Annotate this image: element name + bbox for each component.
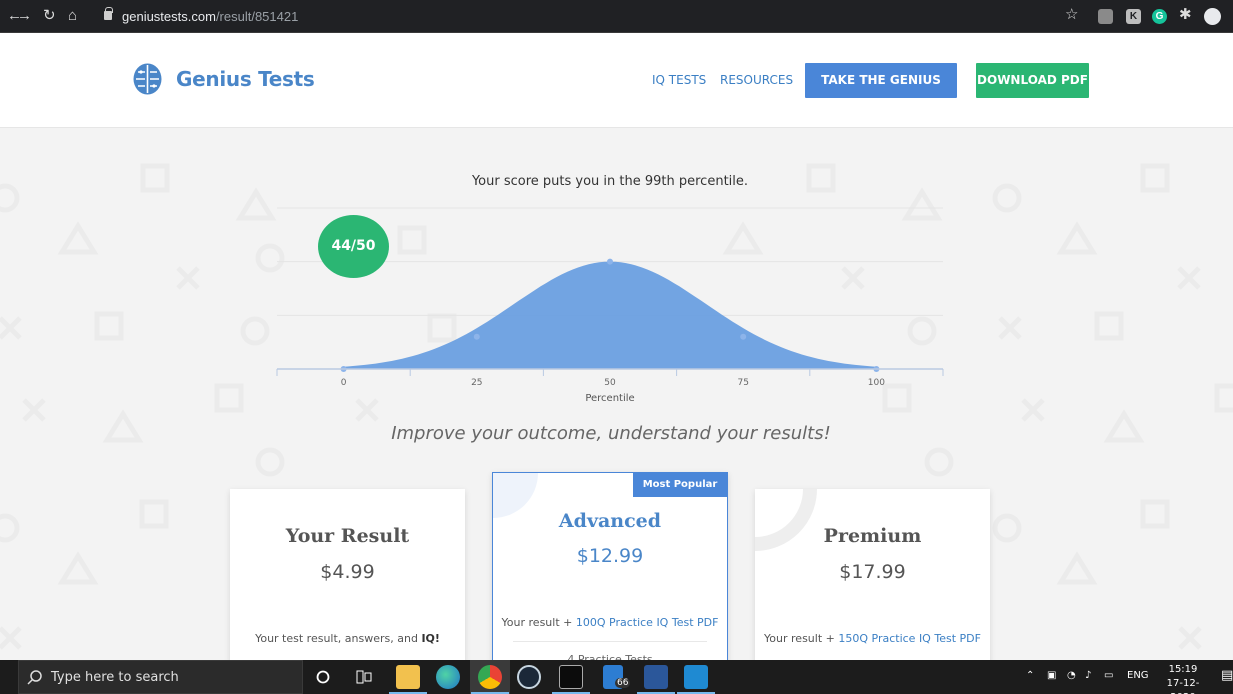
data-point: [740, 333, 747, 340]
plan-card-premium[interactable]: Premium $17.99 Your result + 150Q Practi…: [755, 489, 990, 664]
file-explorer-icon[interactable]: [396, 665, 420, 689]
lock-icon: [104, 7, 113, 20]
volume-icon[interactable]: ♪: [1085, 670, 1091, 681]
data-point: [473, 333, 480, 340]
plan-price: $12.99: [576, 545, 644, 567]
browser-toolbar: ← → ↻ ⌂ geniustests.com/result/851421 ☆ …: [0, 0, 1233, 33]
score-badge: 44/50: [318, 215, 389, 278]
plan-title: Premium: [823, 525, 922, 547]
plan-desc-text: Your result +: [764, 632, 839, 645]
terminal-icon[interactable]: [559, 665, 583, 689]
bookmark-star-icon[interactable]: ☆: [1065, 7, 1078, 23]
brand-name[interactable]: Genius Tests: [176, 67, 315, 91]
address-bar[interactable]: geniustests.com/result/851421: [122, 9, 298, 24]
plan-card-your-result[interactable]: Your Result $4.99 Your test result, answ…: [230, 489, 465, 664]
chrome-browser-icon[interactable]: [478, 665, 502, 689]
plan-title: Your Result: [285, 525, 410, 547]
most-popular-badge: Most Popular: [633, 473, 727, 497]
plan-desc-link[interactable]: 150Q Practice IQ Test PDF: [838, 632, 981, 645]
nav-resources[interactable]: RESOURCES: [720, 73, 793, 87]
plan-desc-bold: IQ!: [421, 632, 440, 645]
forward-icon[interactable]: →: [17, 8, 32, 24]
plan-description: Your result + 100Q Practice IQ Test PDF: [493, 616, 727, 629]
network-icon[interactable]: ◔: [1067, 670, 1076, 681]
plan-price: $17.99: [839, 561, 906, 583]
take-genius-test-button[interactable]: TAKE THE GENIUS TEST: [805, 63, 957, 122]
plan-desc-link[interactable]: 100Q Practice IQ Test PDF: [576, 616, 719, 629]
clock-time: 15:19: [1168, 664, 1198, 675]
data-point: [607, 258, 613, 265]
reload-icon[interactable]: ↻: [43, 8, 56, 24]
taskbar-search-box[interactable]: Type here to search: [18, 660, 303, 694]
extension-k-icon[interactable]: K: [1126, 9, 1141, 24]
plan-title: Advanced: [558, 510, 662, 532]
plan-description: Your result + 150Q Practice IQ Test PDF: [755, 632, 990, 645]
nav-iq-tests[interactable]: IQ TESTS: [652, 73, 706, 87]
download-pdf-button[interactable]: DOWNLOAD PDF: [976, 63, 1089, 98]
clock-date: 17-12-2020: [1166, 678, 1200, 694]
plan-desc-text: Your result +: [501, 616, 576, 629]
plan-price: $4.99: [320, 561, 375, 583]
plan-description: Your test result, answers, and IQ!: [230, 632, 465, 645]
steam-icon[interactable]: [517, 665, 541, 689]
url-host: geniustests.com: [122, 9, 216, 24]
language-indicator[interactable]: ENG: [1127, 670, 1149, 681]
taskbar-clock[interactable]: 15:19 17-12-2020: [1155, 663, 1211, 694]
url-path: /result/851421: [215, 9, 299, 24]
card-decoration: [755, 489, 817, 551]
vscode-icon[interactable]: [684, 665, 708, 689]
tick-label: 0: [341, 378, 347, 388]
battery-icon[interactable]: ▭: [1104, 670, 1113, 681]
extension-icon[interactable]: [1098, 9, 1113, 24]
battery-saver-icon[interactable]: ▣: [1047, 670, 1056, 681]
home-icon[interactable]: ⌂: [68, 8, 77, 24]
x-axis-label: Percentile: [585, 393, 634, 404]
tick-label: 100: [868, 378, 885, 388]
cortana-icon[interactable]: [316, 670, 330, 684]
percentile-statement: Your score puts you in the 99th percenti…: [471, 174, 749, 189]
plan-desc-text: Your test result, answers, and: [255, 632, 422, 645]
extensions-puzzle-icon[interactable]: ✱: [1179, 7, 1192, 23]
site-header: Genius Tests IQ TESTS RESOURCES TAKE THE…: [0, 33, 1233, 128]
search-icon: [27, 670, 42, 685]
task-view-icon[interactable]: [356, 670, 372, 684]
tick-label: 75: [737, 378, 748, 388]
plan-card-advanced[interactable]: Most Popular Advanced $12.99 Your result…: [492, 472, 728, 664]
show-hidden-icons-icon[interactable]: ⌃: [1026, 670, 1034, 681]
tick-label: 50: [604, 378, 616, 388]
tick-label: 25: [471, 378, 482, 388]
card-divider: [513, 641, 707, 642]
app-notification-badge: 66: [615, 678, 631, 688]
brain-logo-icon: [133, 63, 162, 95]
windows-taskbar: Type here to search 66 ⌃ ▣ ◔ ♪ ▭ ENG 15:…: [0, 660, 1233, 694]
improve-heading: Improve your outcome, understand your re…: [391, 423, 831, 444]
search-placeholder: Type here to search: [51, 670, 179, 685]
word-icon[interactable]: [644, 665, 668, 689]
profile-avatar-icon[interactable]: [1204, 8, 1221, 25]
x-axis: 0 25 50 75 100: [276, 368, 944, 388]
edge-browser-icon[interactable]: [436, 665, 460, 689]
grammarly-icon[interactable]: G: [1152, 9, 1167, 24]
notifications-icon[interactable]: ▤: [1221, 668, 1233, 683]
